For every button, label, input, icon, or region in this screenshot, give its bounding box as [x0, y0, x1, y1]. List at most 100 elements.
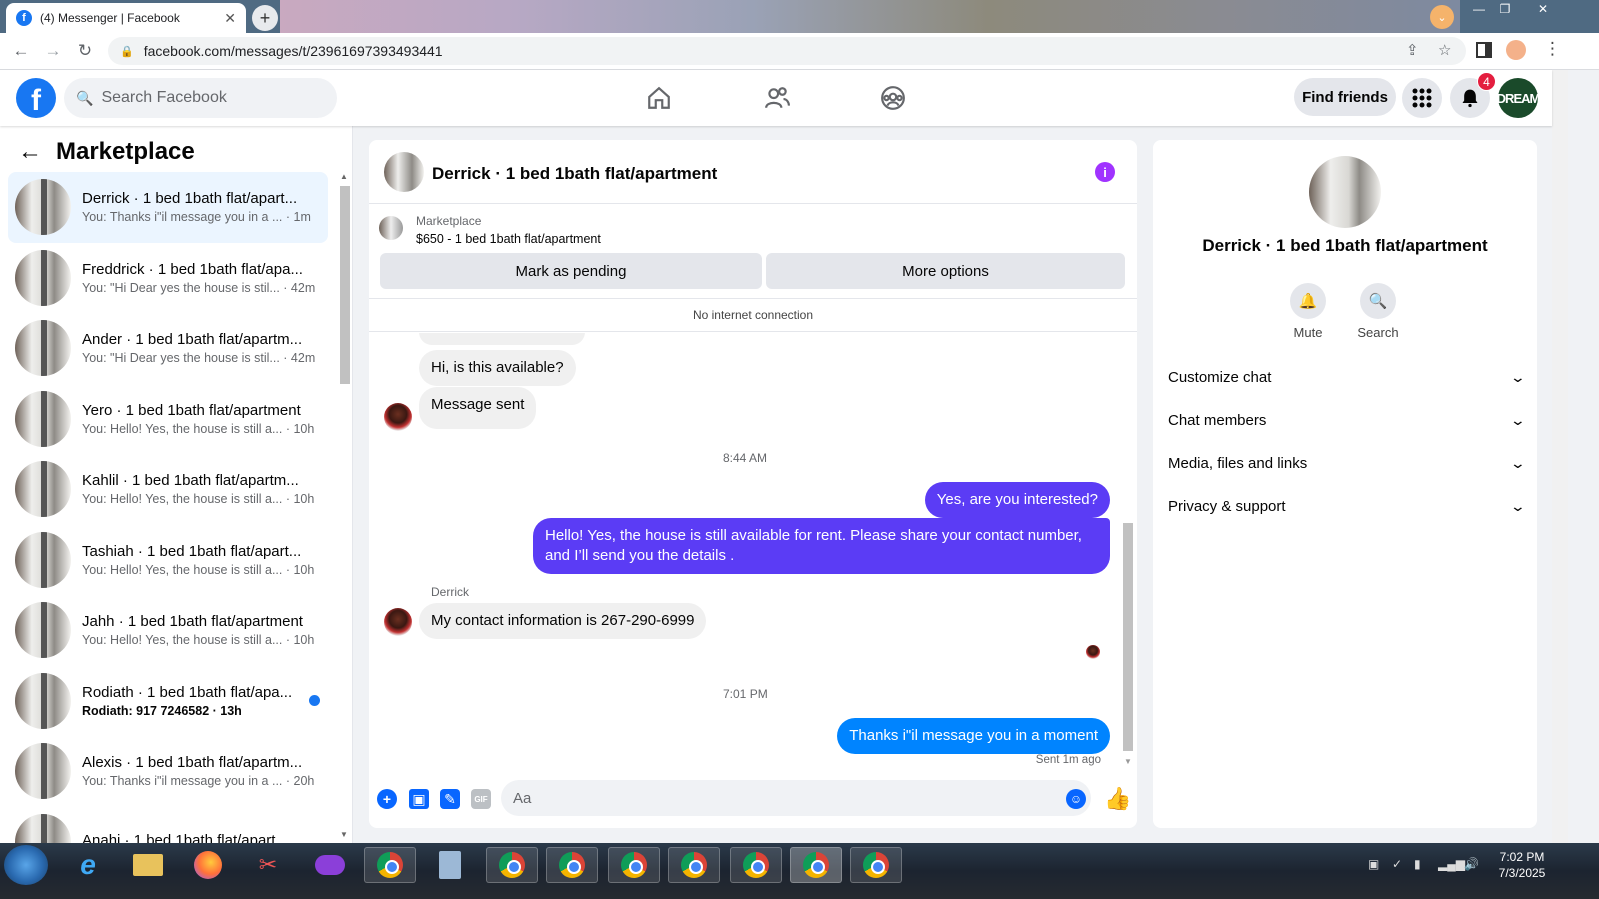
bookmark-star-icon[interactable]: ☆ — [1438, 41, 1451, 59]
close-tab-icon[interactable]: ✕ — [224, 10, 236, 27]
info-icon[interactable]: i — [1095, 162, 1115, 182]
page-scrollbar[interactable] — [1552, 70, 1568, 843]
row-label: Privacy & support — [1168, 497, 1286, 515]
conversation-item[interactable]: Kahlil · 1 bed 1bath flat/apartm... You: … — [8, 454, 328, 525]
image-icon[interactable]: ▣ — [409, 789, 429, 809]
reload-icon[interactable]: ↻ — [70, 36, 100, 66]
message-input[interactable]: Aa — [501, 780, 1091, 816]
conversation-name: Rodiath · 1 bed 1bath flat/apa... — [82, 683, 293, 701]
chevron-down-icon: ⌄ — [1509, 411, 1527, 428]
facebook-logo-icon[interactable]: f — [16, 78, 56, 118]
restore-icon[interactable]: ❐ — [1490, 0, 1520, 18]
conversation-item[interactable]: Freddrick · 1 bed 1bath flat/apa... You: … — [8, 243, 328, 314]
tray-signal-icon[interactable]: ▂▄▆ — [1438, 857, 1465, 871]
chat-title[interactable]: Derrick · 1 bed 1bath flat/apartment — [432, 164, 717, 184]
friends-icon[interactable] — [761, 82, 793, 114]
file-explorer-icon[interactable] — [122, 847, 174, 883]
search-input[interactable]: 🔍 Search Facebook — [64, 78, 337, 118]
share-icon[interactable]: ⇪ — [1406, 41, 1419, 59]
media-files-links-row[interactable]: Media, files and links ⌄ — [1168, 443, 1526, 483]
chat-scrollbar[interactable]: ▼ — [1121, 333, 1135, 770]
privacy-support-row[interactable]: Privacy & support ⌄ — [1168, 486, 1526, 526]
chrome-profile-icon[interactable] — [1506, 40, 1526, 60]
side-panel-icon[interactable] — [1476, 42, 1492, 58]
close-window-icon[interactable]: ✕ — [1528, 0, 1558, 18]
scroll-up-icon[interactable]: ▲ — [340, 172, 348, 181]
scroll-down-icon[interactable]: ▼ — [1124, 757, 1132, 766]
menu-grid-icon[interactable] — [1402, 78, 1442, 118]
forward-icon[interactable]: → — [38, 36, 68, 66]
chrome-window[interactable] — [608, 847, 660, 883]
chrome-window[interactable] — [730, 847, 782, 883]
conversation-text: Yero · 1 bed 1bath flat/apartment You: He… — [82, 402, 314, 436]
browser-toolbar: ← → ↻ 🔒 facebook.com/messages/t/23961697… — [0, 33, 1599, 70]
sidebar-title: Marketplace — [56, 138, 195, 165]
tray-power-icon[interactable]: ▮ — [1414, 857, 1421, 871]
search-icon: 🔍 — [1360, 283, 1396, 319]
notification-badge: 4 — [1477, 72, 1496, 91]
conversation-item[interactable]: Tashiah · 1 bed 1bath flat/apart... You: … — [8, 525, 328, 596]
conversation-item[interactable]: Anahi · 1 bed 1bath flat/apart... — [8, 807, 328, 843]
back-icon[interactable]: ← — [6, 36, 36, 66]
tab-messenger[interactable]: f (4) Messenger | Facebook ✕ — [6, 3, 246, 33]
search-button[interactable]: 🔍 Search — [1348, 283, 1408, 340]
scrollbar-thumb[interactable] — [1123, 523, 1133, 751]
chrome-menu-icon[interactable]: ⋮ — [1544, 39, 1561, 59]
mark-as-pending-button[interactable]: Mark as pending — [380, 253, 762, 289]
tray-app-icon[interactable]: ▣ — [1368, 857, 1379, 871]
address-bar[interactable]: 🔒 facebook.com/messages/t/23961697393493… — [108, 37, 1466, 65]
system-clock[interactable]: 7:02 PM 7/3/2025 — [1492, 849, 1552, 881]
calculator-icon[interactable] — [424, 847, 476, 883]
new-tab-button[interactable]: + — [252, 5, 278, 31]
scroll-down-icon[interactable]: ▼ — [340, 830, 348, 839]
firefox-icon[interactable] — [182, 847, 234, 883]
sender-avatar[interactable] — [384, 403, 412, 431]
snipping-tool-icon[interactable]: ✂ — [242, 847, 294, 883]
internet-explorer-icon[interactable]: e — [62, 847, 114, 883]
conversation-item[interactable]: Derrick · 1 bed 1bath flat/apart... You: … — [8, 172, 328, 243]
sidebar-scrollbar[interactable]: ▲ ▼ — [337, 172, 351, 842]
back-arrow-icon[interactable]: ← — [18, 138, 42, 166]
profile-avatar[interactable]: DREAM — [1497, 78, 1540, 118]
chrome-window[interactable] — [546, 847, 598, 883]
chrome-window-active[interactable] — [790, 847, 842, 883]
gif-icon[interactable]: GIF — [471, 789, 491, 809]
scrollbar-thumb[interactable] — [340, 186, 350, 384]
tray-volume-icon[interactable]: 🔊 — [1464, 857, 1479, 871]
contact-avatar[interactable] — [384, 152, 424, 192]
message-incoming: Message sent — [419, 387, 537, 429]
conversation-name: Anahi · 1 bed 1bath flat/apart... — [82, 831, 288, 843]
conversation-snippet: You: Thanks i"il message you in a ... · … — [82, 210, 311, 225]
mute-button[interactable]: 🔔 Mute — [1278, 283, 1338, 340]
emoji-icon[interactable]: ☺ — [1066, 789, 1086, 809]
tab-title: (4) Messenger | Facebook — [40, 11, 180, 25]
thumbs-up-icon[interactable]: 👍 — [1104, 786, 1131, 812]
tab-search-icon[interactable]: ⌄ — [1430, 5, 1454, 29]
conversation-item[interactable]: Rodiath · 1 bed 1bath flat/apa... Rodiath… — [8, 666, 328, 737]
chrome-window[interactable] — [850, 847, 902, 883]
customize-chat-row[interactable]: Customize chat ⌄ — [1168, 357, 1526, 397]
chrome-window[interactable] — [668, 847, 720, 883]
start-button[interactable] — [4, 845, 48, 885]
home-icon[interactable] — [643, 82, 675, 114]
chrome-window[interactable] — [364, 847, 416, 883]
chat-members-row[interactable]: Chat members ⌄ — [1168, 400, 1527, 440]
tray-network-check-icon[interactable]: ✓ — [1392, 857, 1402, 871]
groups-icon[interactable] — [877, 82, 909, 114]
chrome-window[interactable] — [486, 847, 538, 883]
conversation-snippet: You: "Hi Dear yes the house is stil... ·… — [82, 351, 316, 366]
conversation-item[interactable]: Yero · 1 bed 1bath flat/apartment You: He… — [8, 384, 328, 455]
contact-avatar-large[interactable] — [1309, 156, 1381, 228]
more-options-button[interactable]: More options — [766, 253, 1125, 289]
sticker-icon[interactable]: ✎ — [440, 789, 460, 809]
background-tabs[interactable] — [280, 0, 1460, 33]
message-thread: Hi, is this available? Message sent 8:44… — [369, 333, 1119, 770]
plus-icon[interactable]: + — [377, 789, 397, 809]
conversation-item[interactable]: Alexis · 1 bed 1bath flat/apartm... You: … — [8, 736, 328, 807]
conversation-item[interactable]: Ander · 1 bed 1bath flat/apartm... You: "… — [8, 313, 328, 384]
find-friends-button[interactable]: Find friends — [1294, 78, 1396, 116]
conversation-item[interactable]: Jahh · 1 bed 1bath flat/apartment You: He… — [8, 595, 328, 666]
sender-avatar[interactable] — [384, 608, 412, 636]
conversation-name: Jahh · 1 bed 1bath flat/apartment — [82, 613, 303, 631]
masked-app-icon[interactable] — [304, 847, 356, 883]
